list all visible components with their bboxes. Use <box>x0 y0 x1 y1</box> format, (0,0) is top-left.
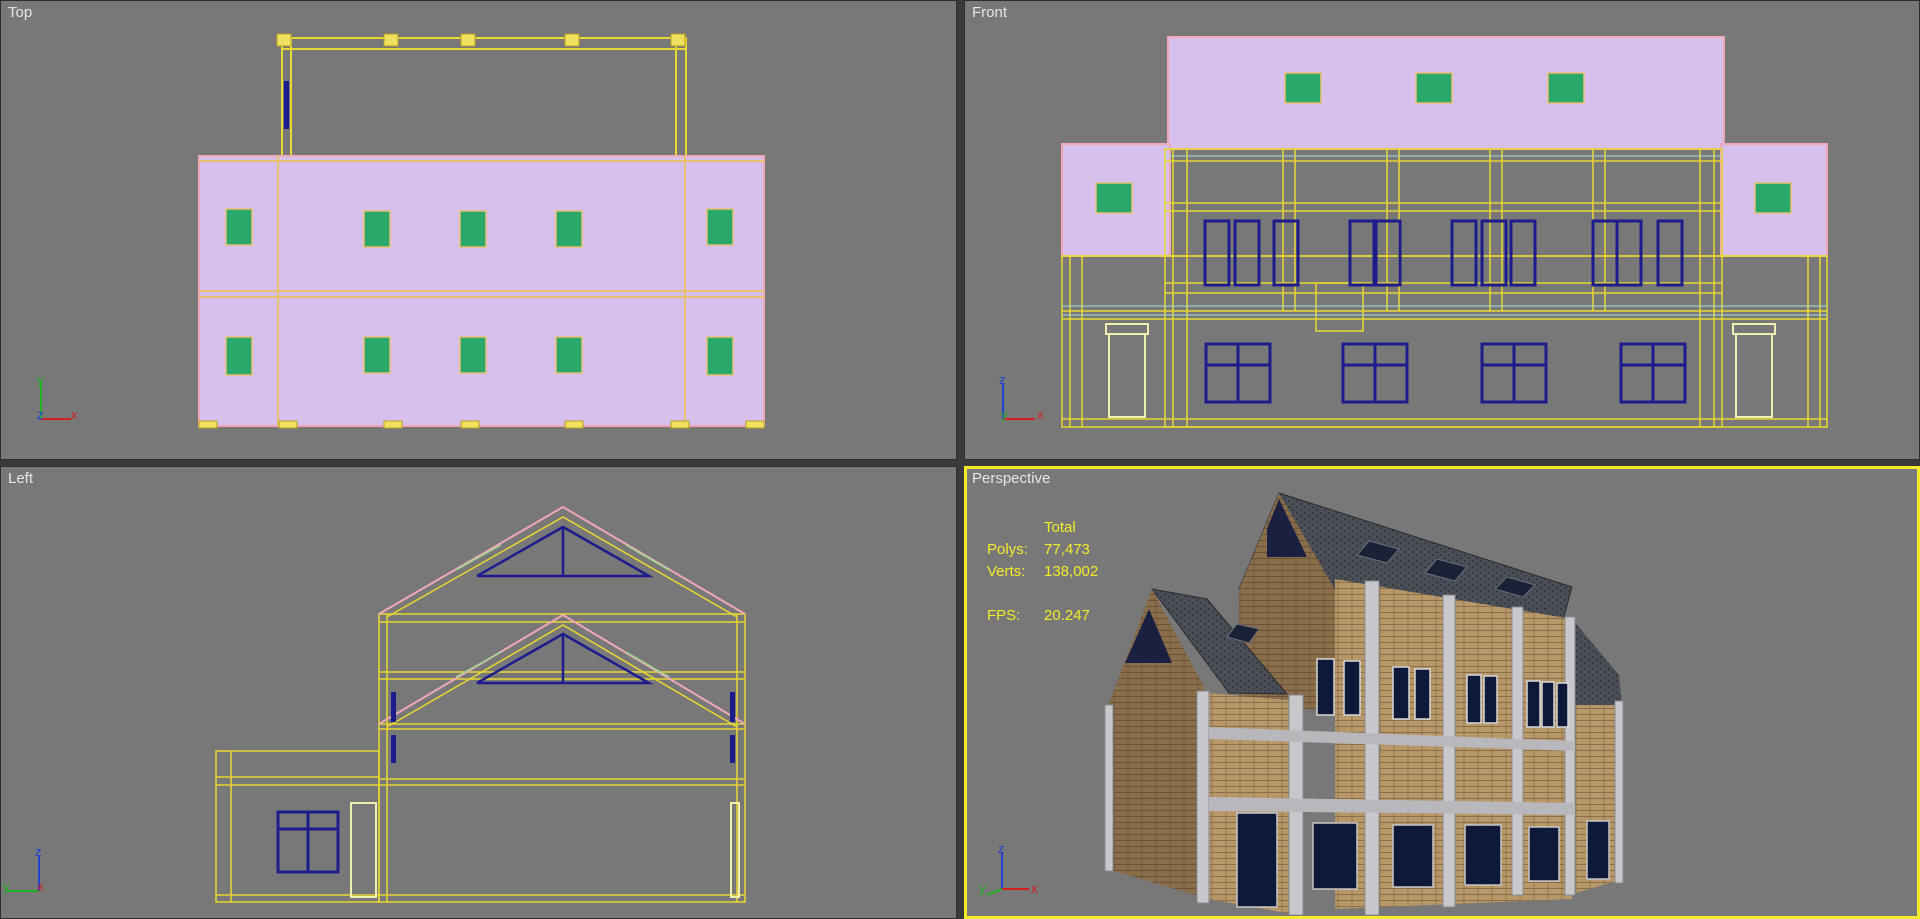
statistics-overlay: Total Polys: 77,473 Verts: 138,002 FPS: … <box>987 517 1098 627</box>
stats-fps-label: FPS: <box>987 607 1021 624</box>
top-rear-posts <box>276 33 686 47</box>
left-frame <box>215 613 746 903</box>
viewport-top[interactable]: y x z Top <box>0 0 957 460</box>
top-rear-window <box>284 81 289 129</box>
front-view-drawing: z x y <box>999 36 1828 428</box>
left-doors <box>350 802 740 898</box>
top-axis-o: z <box>37 407 44 422</box>
left-axis-h: x <box>37 879 44 894</box>
persp-right-roof <box>1572 619 1622 705</box>
stats-polys-value: 77,473 <box>1044 541 1090 558</box>
persp-axis-o: y <box>979 881 986 896</box>
viewport-left[interactable]: z x y Left <box>0 466 957 919</box>
stats-polys-row: Polys: 77,473 <box>987 539 1098 561</box>
stats-fps-row: FPS: 20.247 <box>987 605 1098 627</box>
viewport-label-perspective[interactable]: Perspective <box>972 470 1050 487</box>
front-cyan-lines <box>1062 155 1827 316</box>
left-axis-o: y <box>3 879 10 894</box>
viewport-perspective[interactable]: z x y Perspective Total Polys: 77,473 Ve… <box>964 466 1920 919</box>
persp-axis-h: x <box>1031 881 1038 896</box>
front-axis-v: z <box>999 372 1006 387</box>
stats-fps-value: 20.247 <box>1044 607 1090 624</box>
front-upper-windows <box>1203 219 1684 287</box>
persp-axis-v: z <box>998 841 1005 856</box>
top-rear-wing <box>281 37 687 159</box>
left-view-drawing: z x y <box>3 505 746 903</box>
viewport-front[interactable]: z x y Front <box>964 0 1920 460</box>
stats-polys-label: Polys: <box>987 541 1028 558</box>
top-axis-v: y <box>37 372 44 387</box>
viewport-label-left[interactable]: Left <box>8 470 33 487</box>
persp-axis-gizmo <box>986 853 1029 896</box>
front-axis-gizmo <box>1002 383 1035 420</box>
stats-verts-value: 138,002 <box>1044 563 1099 580</box>
front-frame <box>1061 148 1828 428</box>
left-axis-gizmo <box>7 855 40 892</box>
viewport-label-top[interactable]: Top <box>8 4 32 21</box>
top-axis-gizmo <box>40 381 71 420</box>
left-axis-v: z <box>35 844 42 859</box>
left-ground-window <box>276 810 340 874</box>
perspective-view-drawing: z x y <box>979 492 1624 916</box>
top-axis-h: x <box>71 407 78 422</box>
front-ground-windows <box>1204 342 1687 404</box>
front-axis-h: x <box>1037 407 1044 422</box>
stats-verts-label: Verts: <box>987 563 1026 580</box>
left-side-windows <box>391 692 735 763</box>
stats-verts-row: Verts: 138,002 <box>987 561 1098 583</box>
viewport-label-front[interactable]: Front <box>972 4 1007 21</box>
stats-header: Total <box>1044 519 1076 536</box>
top-view-drawing: y x z <box>37 33 765 429</box>
front-axis-o: y <box>1001 407 1008 422</box>
